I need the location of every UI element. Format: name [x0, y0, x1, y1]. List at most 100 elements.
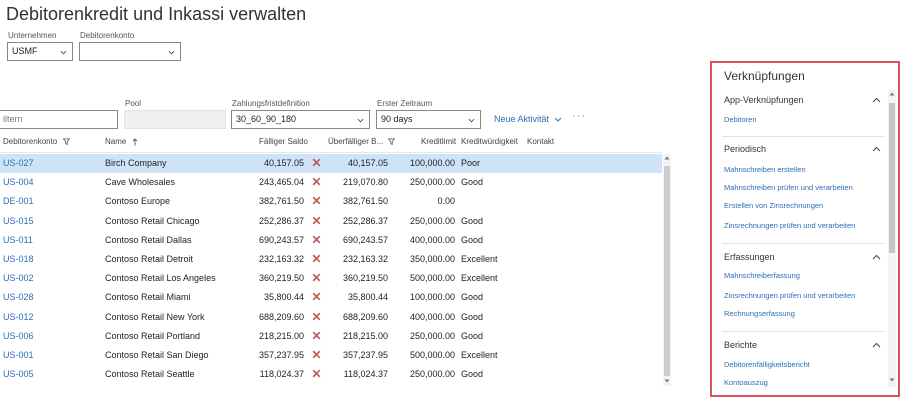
filter-input[interactable]: iltern: [0, 110, 118, 129]
credit-rating: Good: [461, 369, 484, 380]
customer-account-link[interactable]: US-002: [3, 273, 34, 283]
customer-name: Contoso Retail Portland: [105, 330, 201, 341]
due-balance: 382,761.50: [258, 196, 304, 207]
scroll-up-icon[interactable]: [889, 91, 895, 97]
scroll-down-icon[interactable]: [889, 377, 895, 383]
table-row[interactable]: US-005 Contoso Retail Seattle 118,024.37 11…: [0, 365, 662, 384]
column-header-credit[interactable]: Kreditwürdigkeit: [461, 137, 518, 146]
customer-account-link[interactable]: DE-001: [3, 196, 34, 206]
panel-link[interactable]: Rechnungserfassung: [724, 309, 795, 318]
chevron-down-icon: [60, 50, 67, 55]
customer-account-link[interactable]: US-004: [3, 177, 34, 187]
funnel-icon[interactable]: [62, 138, 70, 146]
credit-limit: 400,000.00: [409, 234, 455, 245]
chevron-up-icon[interactable]: [872, 97, 881, 103]
panel-section-title[interactable]: Erfassungen: [724, 252, 775, 262]
panel-link[interactable]: Mahnschreiben erstellen: [724, 165, 806, 174]
x-mark-icon: [312, 293, 321, 301]
due-balance: 118,024.37: [259, 369, 304, 380]
table-row[interactable]: US-011 Contoso Retail Dallas 690,243.57 690…: [0, 231, 662, 250]
column-header-limit[interactable]: Kreditlimit: [421, 137, 456, 146]
table-row[interactable]: US-002 Contoso Retail Los Angeles 360,219.…: [0, 269, 662, 288]
customer-name: Contoso Europe: [105, 196, 171, 207]
chevron-up-icon[interactable]: [872, 342, 881, 348]
panel-scroll-thumb[interactable]: [889, 103, 895, 253]
first-period-select[interactable]: 90 days: [376, 110, 481, 129]
panel-link[interactable]: Debitorenfälligkeitsbericht: [724, 360, 810, 369]
panel-link[interactable]: Mahnschreiberfassung: [724, 271, 800, 280]
x-mark-icon: [312, 312, 321, 320]
customer-account-link[interactable]: US-011: [3, 235, 33, 245]
grid-scroll-thumb[interactable]: [664, 166, 670, 376]
table-row[interactable]: US-028 Contoso Retail Miami 35,800.44 35,80…: [0, 288, 662, 307]
column-header-contact[interactable]: Kontakt: [527, 137, 554, 146]
panel-link[interactable]: Zinsrechnungen prüfen und verarbeiten: [724, 221, 855, 230]
page-title: Debitorenkredit und Inkassi verwalten: [6, 4, 307, 24]
panel-link[interactable]: Erstellen von Zinsrechnungen: [724, 201, 823, 210]
overdue-balance: 688,209.60: [342, 311, 388, 322]
due-balance: 252,286.37: [258, 215, 304, 226]
customer-account-link[interactable]: US-012: [3, 312, 34, 322]
table-row[interactable]: US-001 Contoso Retail San Diego 357,237.95…: [0, 346, 662, 365]
panel-section-title[interactable]: App-Verknüpfungen: [724, 95, 804, 105]
customer-account-link[interactable]: US-001: [3, 350, 34, 360]
chevron-down-icon: [554, 117, 561, 122]
table-row[interactable]: US-018 Contoso Retail Detroit 232,163.32 23…: [0, 250, 662, 269]
chevron-down-icon: [168, 50, 175, 55]
table-row[interactable]: US-006 Contoso Retail Portland 218,215.00 2…: [0, 327, 662, 346]
x-mark-icon: [312, 350, 321, 359]
table-row[interactable]: US-004 Cave Wholesales 243,465.04 219,070.8…: [0, 173, 662, 192]
overdue-balance: 218,215.00: [342, 330, 388, 341]
pool-label: Pool: [125, 99, 142, 108]
x-mark-icon: [312, 216, 321, 224]
customer-account-link[interactable]: US-006: [3, 331, 34, 341]
customer-account-link[interactable]: US-015: [3, 216, 34, 226]
customer-name: Contoso Retail Seattle: [105, 369, 195, 380]
scroll-up-icon[interactable]: [664, 155, 670, 161]
customer-account-link[interactable]: US-027: [3, 158, 34, 168]
pool-field: [124, 110, 226, 129]
terms-select[interactable]: 30_60_90_180: [231, 110, 370, 129]
funnel-icon[interactable]: [387, 138, 396, 146]
column-header-name-label: Name: [105, 137, 127, 146]
x-mark-icon: [312, 158, 321, 167]
table-row[interactable]: US-027 Birch Company 40,157.05 40,157.05 100…: [0, 154, 662, 173]
credit-limit: 100,000.00: [409, 292, 455, 303]
x-mark-icon: [312, 331, 321, 340]
credit-limit: 250,000.00: [409, 215, 455, 226]
overdue-balance: 360,219.50: [342, 273, 388, 284]
scroll-down-icon[interactable]: [664, 378, 670, 384]
panel-link[interactable]: Debitoren: [724, 115, 757, 124]
panel-link[interactable]: Kontoauszug: [724, 378, 768, 387]
customer-account-link[interactable]: US-005: [3, 369, 34, 379]
first-period-value: 90 days: [381, 114, 413, 124]
customer-name: Contoso Retail San Diego: [105, 350, 209, 360]
table-row[interactable]: DE-001 Contoso Europe 382,761.50 382,761.50…: [0, 192, 662, 211]
customer-account-link[interactable]: US-018: [3, 254, 34, 264]
table-row[interactable]: US-012 Contoso Retail New York 688,209.60 6…: [0, 308, 662, 327]
column-header-name[interactable]: Name: [105, 137, 138, 146]
column-header-due[interactable]: Fälliger Saldo: [259, 137, 308, 146]
new-activity-label: Neue Aktivität: [494, 114, 550, 124]
panel-link[interactable]: Mahnschreiben prüfen und verarbeiten: [724, 183, 853, 192]
chevron-up-icon[interactable]: [872, 146, 881, 152]
x-mark-icon: [312, 235, 321, 244]
due-balance: 232,163.32: [258, 254, 304, 264]
chevron-up-icon[interactable]: [872, 254, 881, 260]
column-header-overdue[interactable]: Überfälliger B...: [328, 137, 396, 146]
credit-limit: 100,000.00: [409, 158, 455, 168]
company-select[interactable]: USMF: [7, 42, 73, 61]
customer-account-link[interactable]: US-028: [3, 292, 34, 302]
panel-section-title[interactable]: Periodisch: [724, 144, 766, 154]
new-activity-button[interactable]: Neue Aktivität: [494, 114, 562, 124]
table-row[interactable]: US-015 Contoso Retail Chicago 252,286.37 25…: [0, 212, 662, 231]
panel-divider: [722, 331, 885, 332]
more-options-button[interactable]: ···: [572, 110, 586, 122]
panel-link[interactable]: Zinsrechnungen prüfen und verarbeiten: [724, 291, 855, 300]
company-value: USMF: [12, 46, 38, 56]
column-header-account[interactable]: Debitorenkonto: [3, 137, 70, 146]
panel-section-title[interactable]: Berichte: [724, 340, 757, 350]
panel-divider: [722, 136, 885, 137]
due-balance: 688,209.60: [258, 311, 304, 322]
customer-account-select[interactable]: [79, 42, 181, 61]
